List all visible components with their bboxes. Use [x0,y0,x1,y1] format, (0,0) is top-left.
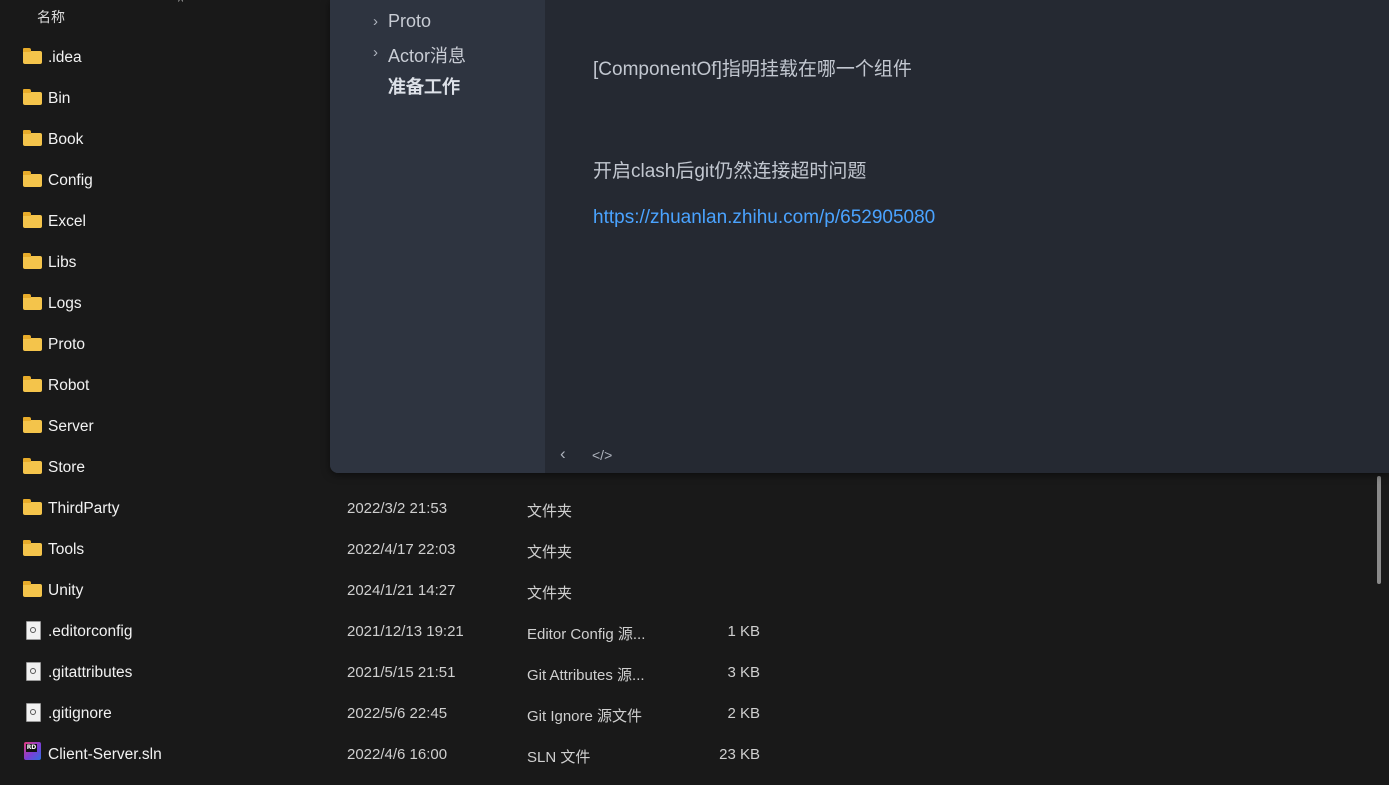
name-column-label: 名称 [37,9,65,25]
file-name: Client-Server.sln [48,746,162,763]
file-name: Book [48,131,84,148]
file-type: SLN 文件 [527,749,591,766]
file-date: 2021/12/13 19:21 [347,623,464,640]
folder-icon [23,499,43,517]
file-type: Editor Config 源... [527,626,646,643]
rider-sln-icon: RD [23,742,43,763]
file-name: .idea [48,49,82,66]
file-type: 文件夹 [527,585,573,602]
file-size: 2 KB [727,705,760,722]
chevron-right-icon[interactable]: › [373,44,378,61]
folder-icon [23,89,43,107]
file-row[interactable]: ThirdParty 2022/3/2 21:53 文件夹 [0,488,1370,529]
folder-icon [23,458,43,476]
file-date: 2021/5/15 21:51 [347,664,456,681]
file-size: 3 KB [727,664,760,681]
folder-icon [23,48,43,66]
file-name: .gitattributes [48,664,133,681]
folder-icon [23,540,43,558]
file-name: Libs [48,254,77,271]
file-date: 2022/3/2 21:53 [347,500,448,517]
vertical-scrollbar[interactable] [1377,476,1381,584]
chevron-left-icon[interactable]: ‹ [560,444,566,464]
file-row[interactable]: RD Client-Server.sln 2022/4/6 16:00 SLN 文件 2… [0,734,1370,775]
sort-ascending-icon: ^ [178,0,184,8]
paragraph-componentof: [ComponentOf]指明挂载在哪一个组件 [593,59,912,80]
file-name: Server [48,418,94,435]
file-date: 2024/1/21 14:27 [347,582,456,599]
file-name: .editorconfig [48,623,133,640]
file-type: Git Attributes 源... [527,667,645,684]
file-name: .gitignore [48,705,112,722]
file-name: Bin [48,90,71,107]
file-size: 1 KB [727,623,760,640]
file-name: ThirdParty [48,500,120,517]
file-row[interactable]: Tools 2022/4/17 22:03 文件夹 [0,529,1370,570]
folder-icon [23,294,43,312]
file-name: Unity [48,582,84,599]
chevron-right-icon[interactable]: › [373,13,378,30]
code-icon[interactable]: </> [592,447,612,463]
file-row[interactable]: Unity 2024/1/21 14:27 文件夹 [0,570,1370,611]
name-column-header[interactable]: 名称 ^ [0,0,330,34]
file-name: Logs [48,295,82,312]
folder-icon [23,171,43,189]
folder-icon [23,417,43,435]
folder-icon [23,253,43,271]
file-type: 文件夹 [527,544,573,561]
config-file-icon [23,662,43,681]
editor-window: › Proto › Actor消息 准备工作 [ComponentOf]指明挂载… [330,0,1389,473]
outline-item-actor[interactable]: Actor消息 [388,42,466,68]
file-date: 2022/5/6 22:45 [347,705,448,722]
config-file-icon [23,703,43,722]
file-date: 2022/4/17 22:03 [347,541,456,558]
file-name: Proto [48,336,86,353]
zhihu-link[interactable]: https://zhuanlan.zhihu.com/p/652905080 [593,207,935,229]
file-row[interactable]: .gitignore 2022/5/6 22:45 Git Ignore 源文件 2 … [0,693,1370,734]
file-row[interactable]: .gitattributes 2021/5/15 21:51 Git Attribu… [0,652,1370,693]
file-type: Git Ignore 源文件 [527,708,643,725]
file-date: 2022/4/6 16:00 [347,746,448,763]
config-file-icon [23,621,43,640]
file-name: Robot [48,377,90,394]
folder-icon [23,376,43,394]
folder-icon [23,335,43,353]
paragraph-clash-git: 开启clash后git仍然连接超时问题 [593,161,867,182]
folder-icon [23,130,43,148]
file-type: 文件夹 [527,503,573,520]
file-name: Tools [48,541,85,558]
file-name: Excel [48,213,86,230]
outline-sidebar: › Proto › Actor消息 准备工作 [330,0,545,473]
folder-icon [23,581,43,599]
folder-icon [23,212,43,230]
file-row[interactable]: .editorconfig 2021/12/13 19:21 Editor Conf… [0,611,1370,652]
file-size: 23 KB [719,746,760,763]
file-name: Config [48,172,93,189]
file-name: Store [48,459,86,476]
outline-item-proto[interactable]: Proto [388,11,431,32]
outline-item-prepare[interactable]: 准备工作 [388,73,460,99]
document-content[interactable]: [ComponentOf]指明挂载在哪一个组件 开启clash后git仍然连接超… [545,0,1389,473]
